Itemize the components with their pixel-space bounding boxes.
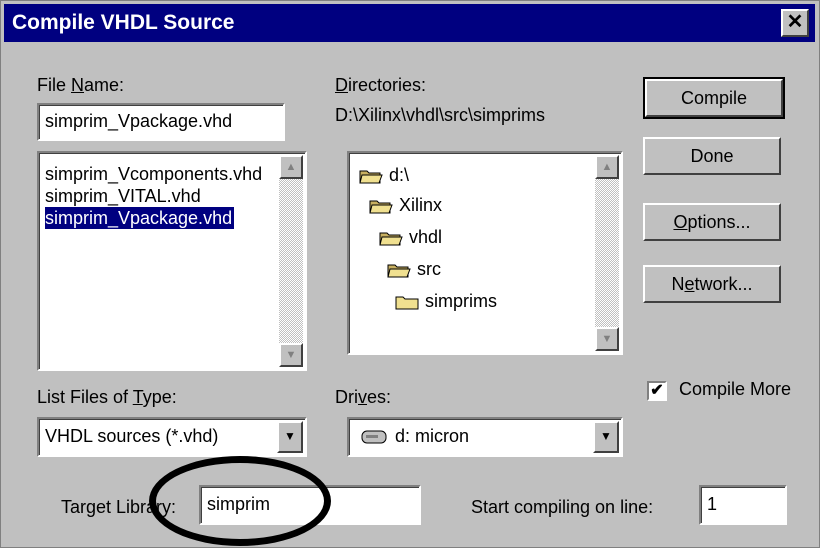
folder-item[interactable]: src	[387, 257, 441, 281]
start-line-input[interactable]: 1	[699, 485, 787, 525]
file-list-item[interactable]: simprim_Vcomponents.vhd	[45, 163, 262, 185]
open-folder-icon	[359, 170, 383, 184]
open-folder-icon	[379, 232, 403, 246]
folder-item[interactable]: simprims	[395, 289, 497, 313]
start-line-label: Start compiling on line:	[471, 497, 654, 517]
compile-button[interactable]: Compile	[643, 77, 785, 119]
file-type-select[interactable]: VHDL sources (*.vhd) ▼	[37, 417, 307, 457]
title-bar: Compile VHDL Source ✕	[4, 4, 815, 42]
options-button[interactable]: Options...	[643, 203, 781, 241]
file-type-label: List Files of Type:	[37, 387, 177, 407]
file-list-item[interactable]: simprim_VITAL.vhd	[45, 185, 201, 207]
drives-label: Drives:	[335, 387, 392, 407]
network-button[interactable]: Network...	[643, 265, 781, 303]
drives-value: d: micron	[395, 426, 470, 446]
file-type-value: VHDL sources (*.vhd)	[45, 426, 219, 446]
folder-item[interactable]: Xilinx	[369, 193, 442, 217]
chevron-down-icon[interactable]: ▼	[277, 421, 303, 453]
scroll-up-icon[interactable]: ▲	[595, 155, 619, 179]
chevron-down-icon[interactable]: ▼	[593, 421, 619, 453]
drive-icon	[361, 430, 387, 444]
file-name-label: File Name:	[37, 75, 125, 95]
file-list-item-selected[interactable]: simprim_Vpackage.vhd	[43, 206, 236, 230]
start-line-value: 1	[707, 494, 718, 514]
open-folder-icon	[387, 264, 411, 278]
directories-label: Directories:	[335, 75, 427, 95]
file-list-scrollbar[interactable]: ▲ ▼	[279, 155, 303, 367]
file-list[interactable]: simprim_Vcomponents.vhd simprim_VITAL.vh…	[37, 151, 307, 371]
compile-more-label: Compile More	[679, 379, 792, 399]
current-directory-path: D:\Xilinx\vhdl\src\simprims	[335, 105, 546, 125]
done-button[interactable]: Done	[643, 137, 781, 175]
folder-item[interactable]: d:\	[359, 163, 409, 187]
open-folder-icon	[369, 200, 393, 214]
directory-scrollbar[interactable]: ▲ ▼	[595, 155, 619, 351]
file-name-input[interactable]: simprim_Vpackage.vhd	[37, 103, 285, 141]
closed-folder-icon	[395, 296, 419, 310]
window-title: Compile VHDL Source	[12, 11, 235, 34]
close-button[interactable]: ✕	[781, 9, 809, 37]
directory-tree[interactable]: d:\ Xilinx vhdl src simprims ▲ ▼	[347, 151, 623, 355]
drives-select[interactable]: d: micron ▼	[347, 417, 623, 457]
highlight-ellipse	[149, 456, 331, 546]
folder-item[interactable]: vhdl	[379, 225, 442, 249]
scroll-down-icon[interactable]: ▼	[595, 327, 619, 351]
compile-vhdl-dialog: Compile VHDL Source ✕ File Name: simprim…	[0, 0, 820, 548]
file-name-value: simprim_Vpackage.vhd	[45, 111, 233, 131]
scroll-up-icon[interactable]: ▲	[279, 155, 303, 179]
scroll-down-icon[interactable]: ▼	[279, 343, 303, 367]
compile-more-checkbox[interactable]: ✔	[647, 381, 667, 401]
